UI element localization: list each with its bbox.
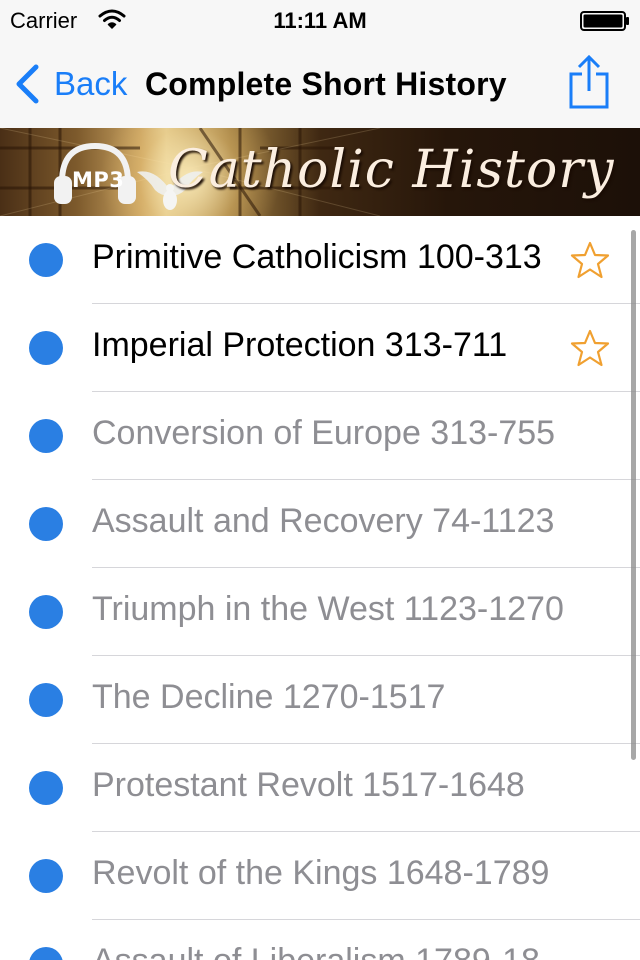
list-item-label: Revolt of the Kings 1648-1789 bbox=[92, 854, 550, 892]
mp3-badge: MP3 bbox=[72, 168, 125, 192]
app-banner: MP3 Catholic History bbox=[0, 128, 640, 216]
chapter-list: Primitive Catholicism 100-313 Imperial P… bbox=[0, 216, 640, 960]
list-item[interactable]: Revolt of the Kings 1648-1789 bbox=[0, 832, 640, 920]
list-item-label: Protestant Revolt 1517-1648 bbox=[92, 766, 525, 804]
back-button[interactable]: Back bbox=[14, 62, 127, 106]
list-item[interactable]: Assault of Liberalism 1789-18 bbox=[0, 920, 640, 960]
bullet-icon bbox=[29, 859, 63, 893]
list-item[interactable]: Conversion of Europe 313-755 bbox=[0, 392, 640, 480]
bullet-icon bbox=[29, 243, 63, 277]
banner-title: Catholic History bbox=[168, 140, 615, 200]
list-item[interactable]: Primitive Catholicism 100-313 bbox=[0, 216, 640, 304]
status-time: 11:11 AM bbox=[273, 8, 367, 33]
list-item-label: Imperial Protection 313-711 bbox=[92, 326, 508, 364]
list-item-label: Primitive Catholicism 100-313 bbox=[92, 238, 542, 276]
chevron-left-icon bbox=[16, 64, 39, 104]
bullet-icon bbox=[29, 947, 63, 960]
status-bar: Carrier 11:11 AM bbox=[0, 0, 640, 40]
share-icon[interactable] bbox=[566, 54, 612, 110]
list-item-label: Conversion of Europe 313-755 bbox=[92, 414, 556, 452]
bullet-icon bbox=[29, 419, 63, 453]
list-item[interactable]: Triumph in the West 1123-1270 bbox=[0, 568, 640, 656]
bullet-icon bbox=[29, 683, 63, 717]
list-item[interactable]: Protestant Revolt 1517-1648 bbox=[0, 744, 640, 832]
page-title: Complete Short History bbox=[145, 66, 507, 102]
scrollbar[interactable] bbox=[631, 230, 636, 760]
bullet-icon bbox=[29, 595, 63, 629]
list-item[interactable]: Assault and Recovery 74-1123 bbox=[0, 480, 640, 568]
bullet-icon bbox=[29, 507, 63, 541]
battery-icon bbox=[580, 11, 629, 31]
list-item-label: The Decline 1270-1517 bbox=[92, 678, 446, 716]
list-item-label: Assault and Recovery 74-1123 bbox=[92, 502, 555, 540]
star-icon[interactable] bbox=[570, 241, 610, 279]
bullet-icon bbox=[29, 771, 63, 805]
list-item[interactable]: The Decline 1270-1517 bbox=[0, 656, 640, 744]
list-item-label: Triumph in the West 1123-1270 bbox=[92, 590, 564, 628]
back-label: Back bbox=[54, 65, 128, 102]
bullet-icon bbox=[29, 331, 63, 365]
list-item-label: Assault of Liberalism 1789-18 bbox=[92, 942, 540, 960]
list-item[interactable]: Imperial Protection 313-711 bbox=[0, 304, 640, 392]
star-icon[interactable] bbox=[570, 329, 610, 367]
navigation-bar: Back Complete Short History bbox=[0, 40, 640, 128]
